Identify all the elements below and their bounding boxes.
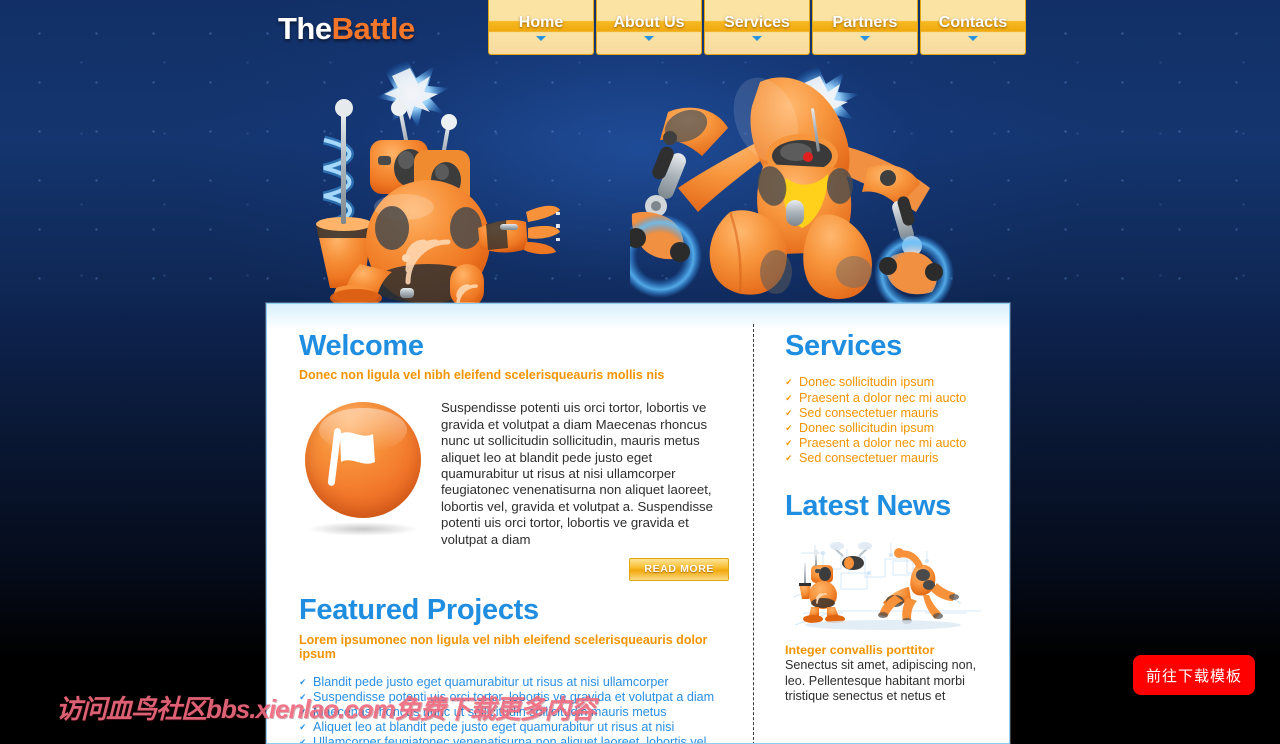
logo-battle: Battle <box>331 11 416 46</box>
content-panel: Welcome Donec non ligula vel nibh eleife… <box>266 303 1010 744</box>
chevron-down-icon <box>536 36 546 41</box>
logo-the: The <box>278 11 332 46</box>
services-list: Donec sollicitudin ipsum Praesent a dolo… <box>785 375 989 466</box>
list-item[interactable]: Blandit pede justo eget quamurabitur ut … <box>299 675 729 690</box>
list-item[interactable]: Ullamcorper feugiatonec venenatisurna no… <box>299 735 729 743</box>
nav-item-about-us[interactable]: About Us <box>596 0 702 55</box>
nav-label: About Us <box>613 14 685 31</box>
latest-news-thumbnail <box>785 539 981 634</box>
flag-glyph <box>327 428 375 487</box>
services-title: Services <box>785 330 902 362</box>
featured-projects-title: Featured Projects <box>299 594 539 627</box>
list-item[interactable]: Aliquet leo at blandit pede justo eget q… <box>299 720 729 735</box>
main-column: Welcome Donec non ligula vel nibh eleife… <box>299 331 751 743</box>
nav-item-services[interactable]: Services <box>704 0 810 55</box>
welcome-title: Welcome <box>299 330 424 362</box>
robot-right-illustration <box>618 60 970 314</box>
list-item[interactable]: Praesent a dolor nec mi aucto <box>785 391 989 406</box>
nav-label: Services <box>724 14 790 31</box>
nav-label: Partners <box>832 14 898 31</box>
site-logo[interactable]: TheBattle <box>278 11 415 47</box>
list-item[interactable]: Donec sollicitudin ipsum <box>785 375 989 390</box>
list-item[interactable]: Suspendisse potenti uis orci tortor, lob… <box>299 690 729 705</box>
welcome-subtitle: Donec non ligula vel nibh eleifend scele… <box>299 368 665 383</box>
nav-item-partners[interactable]: Partners <box>812 0 918 55</box>
welcome-paragraph: Suspendisse potenti uis orci tortor, lob… <box>441 400 713 547</box>
welcome-readmore-row: READ MORE <box>299 558 729 582</box>
list-item[interactable]: Sed consectetuer mauris <box>785 406 989 421</box>
latest-news-title: Latest News <box>785 489 951 522</box>
latest-news-body: Senectus sit amet, adipiscing non, leo. … <box>785 658 977 704</box>
chevron-down-icon <box>752 36 762 41</box>
list-item[interactable]: Maecenas rhoncus nunc ut sollicitudin so… <box>299 705 729 720</box>
featured-projects-subtitle: Lorem ipsumonec non ligula vel nibh elei… <box>299 632 708 661</box>
page-root: TheBattle Home About Us Services Partner… <box>0 0 1280 744</box>
latest-news-headline: Integer convallis porttitor <box>785 643 935 658</box>
featured-projects-list: Blandit pede justo eget quamurabitur ut … <box>299 675 729 743</box>
nav-item-home[interactable]: Home <box>488 0 594 55</box>
flag-icon <box>299 400 427 537</box>
nav-item-contacts[interactable]: Contacts <box>920 0 1026 55</box>
chevron-down-icon <box>860 36 870 41</box>
download-template-button[interactable]: 前往下载模板 <box>1133 655 1255 695</box>
welcome-read-more-button[interactable]: READ MORE <box>629 558 729 582</box>
chevron-down-icon <box>644 36 654 41</box>
content-inner: Welcome Donec non ligula vel nibh eleife… <box>267 304 1009 743</box>
sidebar-column: Services Donec sollicitudin ipsum Praese… <box>751 331 989 743</box>
nav-label: Home <box>518 14 564 31</box>
list-item[interactable]: Donec sollicitudin ipsum <box>785 421 989 436</box>
welcome-body: Suspendisse potenti uis orci tortor, lob… <box>299 400 729 548</box>
chevron-down-icon <box>968 36 978 41</box>
robot-left-illustration <box>300 52 616 316</box>
nav-label: Contacts <box>938 14 1008 31</box>
main-navigation[interactable]: Home About Us Services Partners Contacts <box>488 0 1026 55</box>
list-item[interactable]: Praesent a dolor nec mi aucto <box>785 436 989 451</box>
badge-shadow <box>307 522 419 537</box>
list-item[interactable]: Sed consectetuer mauris <box>785 451 989 466</box>
column-divider <box>753 324 754 743</box>
